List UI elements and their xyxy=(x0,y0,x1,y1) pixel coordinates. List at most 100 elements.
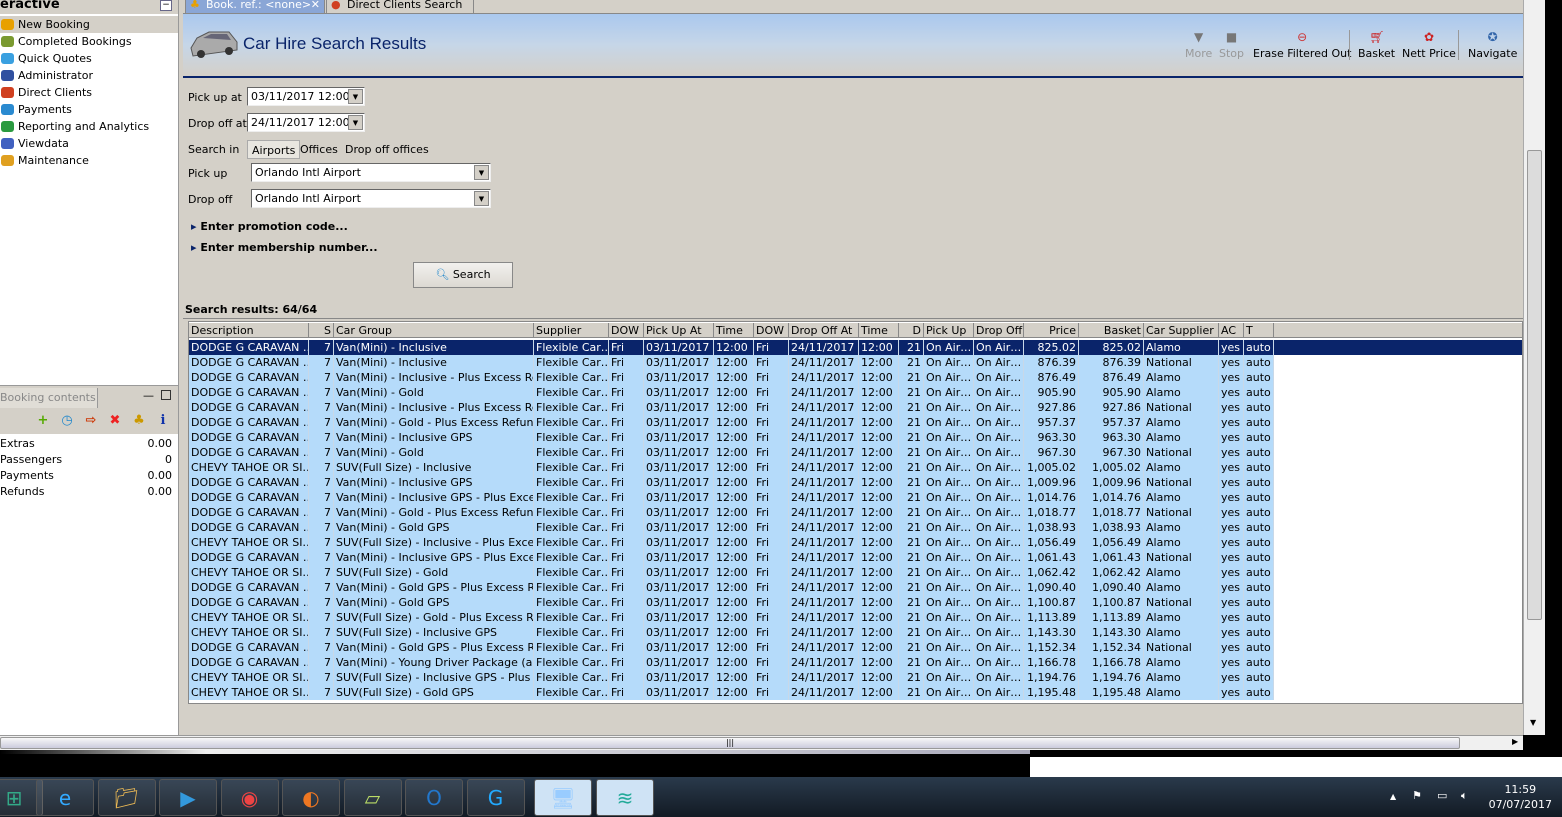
column-header-time[interactable]: Time xyxy=(714,323,754,338)
table-row[interactable]: DODGE G CARAVAN … 7 Van(Mini) - Gold GPS -… xyxy=(189,580,1274,595)
pickup-select[interactable]: Orlando Intl Airport ▼ xyxy=(251,163,491,182)
sidebar-item-completed-bookings[interactable]: Completed Bookings xyxy=(0,33,178,50)
table-row[interactable]: DODGE G CARAVAN … 7 Van(Mini) - Inclusive … xyxy=(189,475,1274,490)
table-row[interactable]: CHEVY TAHOE OR SI… 7 SUV(Full Size) - Gold… xyxy=(189,685,1274,700)
table-row[interactable]: CHEVY TAHOE OR SI… 7 SUV(Full Size) - Gold… xyxy=(189,565,1274,580)
scroll-right-icon[interactable]: ▶ xyxy=(1512,737,1518,746)
table-row[interactable]: DODGE G CARAVAN … 7 Van(Mini) - Inclusive … xyxy=(189,550,1274,565)
table-row[interactable]: DODGE G CARAVAN … 7 Van(Mini) - Inclusive … xyxy=(189,400,1274,415)
dropoff-at-field[interactable]: 24/11/2017 12:00 ▼ xyxy=(247,113,365,132)
search-button[interactable]: 🔍︎ Search xyxy=(413,262,513,288)
basket-arrow-icon[interactable]: ⇨ xyxy=(84,414,98,428)
vertical-scrollbar[interactable]: ▼ xyxy=(1523,0,1545,735)
search-in-drop-off-offices[interactable]: Drop off offices xyxy=(341,140,433,159)
column-header-dow[interactable]: DOW xyxy=(754,323,789,338)
table-row[interactable]: DODGE G CARAVAN … 7 Van(Mini) - Gold Flexib… xyxy=(189,445,1274,460)
table-row[interactable]: DODGE G CARAVAN … 7 Van(Mini) - Gold GPS Fl… xyxy=(189,520,1274,535)
stop-button[interactable]: ■ Stop xyxy=(1219,30,1244,60)
maximize-icon[interactable] xyxy=(161,390,171,400)
sidebar-item-payments[interactable]: Payments xyxy=(0,101,178,118)
table-row[interactable]: DODGE G CARAVAN … 7 Van(Mini) - Inclusive … xyxy=(189,490,1274,505)
tab-booking[interactable]: ♣ Book. ref.: <none> ✕ xyxy=(185,0,325,14)
clock-icon[interactable]: ◷ xyxy=(60,414,74,428)
table-row[interactable]: DODGE G CARAVAN … 7 Van(Mini) - Inclusive F… xyxy=(189,355,1274,370)
column-header-price[interactable]: Price xyxy=(1024,323,1079,338)
tab-booking-contents[interactable]: Booking contents ✕ xyxy=(0,388,98,424)
promotion-code-expander[interactable]: ▸ Enter promotion code... xyxy=(191,220,348,233)
collapse-button[interactable]: − xyxy=(160,0,172,11)
column-header-d[interactable]: D xyxy=(899,323,924,338)
search-in-offices[interactable]: Offices xyxy=(296,140,342,159)
table-row[interactable]: DODGE G CARAVAN … 7 Van(Mini) - Inclusive … xyxy=(189,370,1274,385)
column-header-time[interactable]: Time xyxy=(859,323,899,338)
tab-direct-clients-search[interactable]: ● Direct Clients Search xyxy=(326,0,474,14)
close-icon[interactable]: ✕ xyxy=(311,0,320,10)
erase-filtered-out-button[interactable]: ⊖ Erase Filtered Out xyxy=(1253,30,1351,60)
sticky-notes-taskbar-button[interactable]: ▱ xyxy=(343,779,402,816)
scroll-thumb[interactable]: ||| xyxy=(0,737,1460,749)
table-row[interactable]: DODGE G CARAVAN … 7 Van(Mini) - Young Driv… xyxy=(189,655,1274,670)
info-icon[interactable]: i xyxy=(156,414,170,428)
sidebar-item-direct-clients[interactable]: Direct Clients xyxy=(0,84,178,101)
chevron-down-icon[interactable]: ▼ xyxy=(474,191,489,206)
more-button[interactable]: ▼ More xyxy=(1185,30,1212,60)
column-header-car-group[interactable]: Car Group xyxy=(334,323,534,338)
chevron-down-icon[interactable]: ▼ xyxy=(348,89,363,104)
column-header-drop-off[interactable]: Drop Off xyxy=(974,323,1024,338)
sidebar-item-administrator[interactable]: Administrator xyxy=(0,67,178,84)
column-header-pick-up[interactable]: Pick Up xyxy=(924,323,974,338)
app-c-taskbar-button[interactable]: G xyxy=(466,779,525,816)
column-header-dow[interactable]: DOW xyxy=(609,323,644,338)
column-header-car-supplier[interactable]: Car Supplier xyxy=(1144,323,1219,338)
column-header-drop-off-at[interactable]: Drop Off At xyxy=(789,323,859,338)
table-row[interactable]: DODGE G CARAVAN … 7 Van(Mini) - Inclusive … xyxy=(189,430,1274,445)
app-layers-taskbar-button[interactable]: ≋ xyxy=(596,779,654,816)
pickup-at-field[interactable]: 03/11/2017 12:00 ▼ xyxy=(247,87,365,106)
nett-price-button[interactable]: ✿ Nett Price xyxy=(1402,30,1456,60)
column-header-s[interactable]: S xyxy=(309,323,334,338)
minimize-icon[interactable]: — xyxy=(143,389,154,402)
table-row[interactable]: CHEVY TAHOE OR SI… 7 SUV(Full Size) - Incl… xyxy=(189,535,1274,550)
dropoff-select[interactable]: Orlando Intl Airport ▼ xyxy=(251,189,491,208)
table-row[interactable]: CHEVY TAHOE OR SI… 7 SUV(Full Size) - Incl… xyxy=(189,670,1274,685)
sidebar-item-new-booking[interactable]: New Booking xyxy=(0,16,178,33)
table-row[interactable]: DODGE G CARAVAN … 7 Van(Mini) - Gold Flexib… xyxy=(189,385,1274,400)
sidebar-item-maintenance[interactable]: Maintenance xyxy=(0,152,178,169)
show-hidden-icons[interactable]: ▲ xyxy=(1390,792,1396,801)
internet-explorer-taskbar-button[interactable]: e xyxy=(36,779,94,816)
sidebar-item-viewdata[interactable]: Viewdata xyxy=(0,135,178,152)
table-row[interactable]: DODGE G CARAVAN … 7 Van(Mini) - Gold - Plu… xyxy=(189,415,1274,430)
column-header-pick-up-at[interactable]: Pick Up At xyxy=(644,323,714,338)
table-row[interactable]: CHEVY TAHOE OR SI… 7 SUV(Full Size) - Incl… xyxy=(189,460,1274,475)
network-icon[interactable]: ▭ xyxy=(1437,789,1447,802)
delete-icon[interactable]: ✖ xyxy=(108,414,122,428)
sidebar-item-quick-quotes[interactable]: Quick Quotes xyxy=(0,50,178,67)
chevron-down-icon[interactable]: ▼ xyxy=(474,165,489,180)
column-header-ac[interactable]: AC xyxy=(1219,323,1244,338)
volume-icon[interactable]: 🔈︎ xyxy=(1461,789,1468,803)
horizontal-scrollbar[interactable]: ||| ▶ xyxy=(0,735,1523,750)
add-icon[interactable]: + xyxy=(36,414,50,428)
table-row[interactable]: DODGE G CARAVAN … 7 Van(Mini) - Inclusive F… xyxy=(189,340,1522,355)
action-center-flag-icon[interactable]: ⚑ xyxy=(1412,789,1422,802)
media-player-taskbar-button[interactable]: ▶ xyxy=(159,779,217,816)
navigate-button[interactable]: ✪ Navigate xyxy=(1468,30,1517,60)
column-header-supplier[interactable]: Supplier xyxy=(534,323,609,338)
chrome-taskbar-button[interactable]: ◉ xyxy=(220,779,279,816)
table-row[interactable]: CHEVY TAHOE OR SI… 7 SUV(Full Size) - Incl… xyxy=(189,625,1274,640)
membership-number-expander[interactable]: ▸ Enter membership number... xyxy=(191,241,378,254)
search-in-airports[interactable]: Airports xyxy=(247,140,301,159)
table-row[interactable]: DODGE G CARAVAN … 7 Van(Mini) - Gold GPS Fl… xyxy=(189,595,1274,610)
chevron-down-icon[interactable]: ▼ xyxy=(348,115,363,130)
scroll-thumb[interactable] xyxy=(1527,150,1542,620)
file-explorer-taskbar-button[interactable]: 📁︎ xyxy=(97,779,156,816)
table-row[interactable]: DODGE G CARAVAN … 7 Van(Mini) - Gold - Plu… xyxy=(189,505,1274,520)
column-header-basket[interactable]: Basket xyxy=(1079,323,1144,338)
table-row[interactable]: DODGE G CARAVAN … 7 Van(Mini) - Gold GPS -… xyxy=(189,640,1274,655)
column-header-t[interactable]: T xyxy=(1244,323,1274,338)
table-row[interactable]: CHEVY TAHOE OR SI… 7 SUV(Full Size) - Gold… xyxy=(189,610,1274,625)
clock[interactable]: 11:59 07/07/2017 xyxy=(1489,782,1552,812)
remote-desktop-taskbar-button[interactable]: 🖥︎ xyxy=(534,779,592,816)
firefox-taskbar-button[interactable]: ◐ xyxy=(282,779,340,816)
scroll-down-icon[interactable]: ▼ xyxy=(1530,718,1536,727)
